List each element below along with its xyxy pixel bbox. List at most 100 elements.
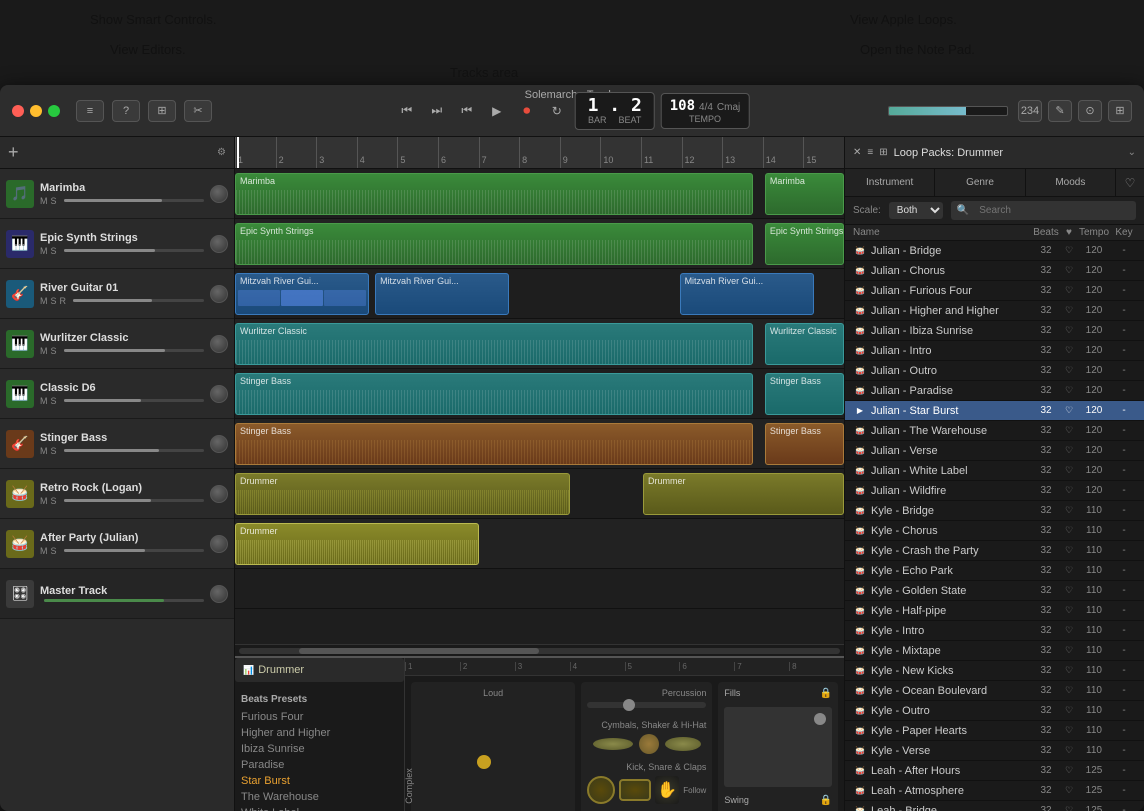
loop-item-julian-paradise[interactable]: 🥁 Julian - Paradise 32 ♡ 120 - xyxy=(845,381,1144,401)
clip-epic-synth-end[interactable]: Epic Synth Strings xyxy=(765,223,844,265)
loop-item-kyle-new-kicks[interactable]: 🥁 Kyle - New Kicks 32 ♡ 110 - xyxy=(845,661,1144,681)
volume-slider-after-party[interactable] xyxy=(64,549,204,552)
preset-furious-four[interactable]: Furious Four xyxy=(241,709,398,725)
browser-button[interactable]: ⊞ xyxy=(1108,100,1132,122)
track-item-retro-rock[interactable]: 🥁 Retro Rock (Logan) M S xyxy=(0,469,234,519)
track-item-after-party[interactable]: 🥁 After Party (Julian) M S xyxy=(0,519,234,569)
tab-instrument[interactable]: Instrument xyxy=(845,169,935,196)
cycle-button[interactable]: ↻ xyxy=(545,101,569,121)
loop-item-kyle-crash[interactable]: 🥁 Kyle - Crash the Party 32 ♡ 110 - xyxy=(845,541,1144,561)
loop-item-leah-after-hours[interactable]: 🥁 Leah - After Hours 32 ♡ 125 - xyxy=(845,761,1144,781)
play-button[interactable]: ▶ xyxy=(485,101,509,121)
pan-knob-marimba[interactable] xyxy=(210,185,228,203)
mute-btn-epic-synth[interactable]: M xyxy=(40,246,48,256)
clip-wurlitzer[interactable]: Wurlitzer Classic xyxy=(235,323,753,365)
close-button[interactable] xyxy=(12,105,24,117)
loop-item-julian-star-burst[interactable]: ▶ Julian - Star Burst 32 ♡ 120 - xyxy=(845,401,1144,421)
loop-item-kyle-paper-hearts[interactable]: 🥁 Kyle - Paper Hearts 32 ♡ 110 - xyxy=(845,721,1144,741)
solo-btn-wurlitzer[interactable]: S xyxy=(51,346,57,356)
record-arm-river-guitar[interactable]: R xyxy=(60,296,67,306)
volume-slider-river-guitar[interactable] xyxy=(73,299,204,302)
timeline-scrollbar[interactable] xyxy=(235,644,844,656)
loop-item-julian-chorus[interactable]: 🥁 Julian - Chorus 32 ♡ 120 - xyxy=(845,261,1144,281)
track-item-classic-d6[interactable]: 🎹 Classic D6 M S xyxy=(0,369,234,419)
loop-item-julian-ibiza[interactable]: 🥁 Julian - Ibiza Sunrise 32 ♡ 120 - xyxy=(845,321,1144,341)
solo-btn-classic-d6[interactable]: S xyxy=(51,396,57,406)
clip-stinger-1-end[interactable]: Stinger Bass xyxy=(765,373,844,415)
loop-item-leah-atmosphere[interactable]: 🥁 Leah - Atmosphere 32 ♡ 125 - xyxy=(845,781,1144,801)
volume-slider-master[interactable] xyxy=(44,599,204,602)
editors-button[interactable]: ✂ xyxy=(184,100,212,122)
loop-grid-view[interactable]: ⊞ xyxy=(879,147,887,158)
clip-river-guitar-1[interactable]: Mitzvah River Gui... xyxy=(235,273,369,315)
record-button[interactable]: ⏺ xyxy=(515,101,539,121)
smart-controls-button[interactable]: ⊞ xyxy=(148,100,176,122)
clip-drummer-logan[interactable]: Drummer xyxy=(235,473,570,515)
loop-item-kyle-verse[interactable]: 🥁 Kyle - Verse 32 ♡ 110 - xyxy=(845,741,1144,761)
track-item-marimba[interactable]: 🎵 Marimba M S xyxy=(0,169,234,219)
clip-drummer-logan-end[interactable]: Drummer xyxy=(643,473,844,515)
help-button[interactable]: ? xyxy=(112,100,140,122)
add-track-button[interactable]: + xyxy=(8,142,19,163)
clip-stinger-2-end[interactable]: Stinger Bass xyxy=(765,423,844,465)
notepad-button[interactable]: ✎ xyxy=(1048,100,1072,122)
loop-pack-chevron[interactable]: ⌄ xyxy=(1128,147,1136,158)
loop-item-kyle-golden-state[interactable]: 🥁 Kyle - Golden State 32 ♡ 110 - xyxy=(845,581,1144,601)
volume-slider-epic-synth[interactable] xyxy=(64,249,204,252)
preset-warehouse[interactable]: The Warehouse xyxy=(241,789,398,805)
track-item-master[interactable]: 🎛 Master Track xyxy=(0,569,234,619)
track-item-epic-synth[interactable]: 🎹 Epic Synth Strings M S xyxy=(0,219,234,269)
loop-item-kyle-half-pipe[interactable]: 🥁 Kyle - Half-pipe 32 ♡ 110 - xyxy=(845,601,1144,621)
loop-item-julian-verse[interactable]: 🥁 Julian - Verse 32 ♡ 120 - xyxy=(845,441,1144,461)
mute-btn-wurlitzer[interactable]: M xyxy=(40,346,48,356)
solo-btn-epic-synth[interactable]: S xyxy=(51,246,57,256)
clip-epic-synth[interactable]: Epic Synth Strings xyxy=(235,223,753,265)
mute-btn-after-party[interactable]: M xyxy=(40,546,48,556)
loop-item-kyle-ocean-boulevard[interactable]: 🥁 Kyle - Ocean Boulevard 32 ♡ 110 - xyxy=(845,681,1144,701)
volume-slider-stinger-bass[interactable] xyxy=(64,449,204,452)
clip-drummer-julian[interactable]: Drummer xyxy=(235,523,479,565)
volume-slider-classic-d6[interactable] xyxy=(64,399,204,402)
pan-knob-retro-rock[interactable] xyxy=(210,485,228,503)
preset-higher[interactable]: Higher and Higher xyxy=(241,725,398,741)
solo-btn-marimba[interactable]: S xyxy=(51,196,57,206)
search-input[interactable] xyxy=(973,203,1130,218)
clip-stinger-1[interactable]: Stinger Bass xyxy=(235,373,753,415)
percussion-slider[interactable] xyxy=(587,702,706,708)
pan-knob-after-party[interactable] xyxy=(210,535,228,553)
fullscreen-button[interactable] xyxy=(48,105,60,117)
pan-knob-master[interactable] xyxy=(210,585,228,603)
volume-slider-wurlitzer[interactable] xyxy=(64,349,204,352)
tab-moods[interactable]: Moods xyxy=(1026,169,1116,196)
mute-btn-marimba[interactable]: M xyxy=(40,196,48,206)
loop-list-view[interactable]: ≡ xyxy=(867,147,873,158)
loop-item-julian-outro[interactable]: 🥁 Julian - Outro 32 ♡ 120 - xyxy=(845,361,1144,381)
heart-tab[interactable]: ♡ xyxy=(1116,169,1144,196)
fills-slider[interactable] xyxy=(724,707,832,787)
preset-paradise[interactable]: Paradise xyxy=(241,757,398,773)
rewind-button[interactable]: ⏮ xyxy=(395,101,419,121)
loop-item-kyle-outro[interactable]: 🥁 Kyle - Outro 32 ♡ 110 - xyxy=(845,701,1144,721)
pan-knob-epic-synth[interactable] xyxy=(210,235,228,253)
clip-stinger-2[interactable]: Stinger Bass xyxy=(235,423,753,465)
pan-knob-wurlitzer[interactable] xyxy=(210,335,228,353)
track-item-stinger-bass[interactable]: 🎸 Stinger Bass M S xyxy=(0,419,234,469)
close-loop-browser[interactable]: ✕ xyxy=(853,147,861,158)
mute-btn-stinger-bass[interactable]: M xyxy=(40,446,48,456)
mute-btn-classic-d6[interactable]: M xyxy=(40,396,48,406)
solo-btn-retro-rock[interactable]: S xyxy=(51,496,57,506)
minimize-button[interactable] xyxy=(30,105,42,117)
fills-knob[interactable] xyxy=(814,713,826,725)
pan-knob-stinger-bass[interactable] xyxy=(210,435,228,453)
loop-item-julian-white-label[interactable]: 🥁 Julian - White Label 32 ♡ 120 - xyxy=(845,461,1144,481)
clip-marimba-end[interactable]: Marimba xyxy=(765,173,844,215)
pan-knob-river-guitar[interactable] xyxy=(210,285,228,303)
go-to-start-button[interactable]: ⏮ xyxy=(455,101,479,121)
fast-forward-button[interactable]: ⏭ xyxy=(425,101,449,121)
mute-btn-retro-rock[interactable]: M xyxy=(40,496,48,506)
loop-item-julian-furious-four[interactable]: 🥁 Julian - Furious Four 32 ♡ 120 - xyxy=(845,281,1144,301)
clip-wurlitzer-end[interactable]: Wurlitzer Classic xyxy=(765,323,844,365)
scale-select[interactable]: Both Major Minor xyxy=(889,202,943,219)
loop-item-kyle-chorus[interactable]: 🥁 Kyle - Chorus 32 ♡ 110 - xyxy=(845,521,1144,541)
track-item-wurlitzer[interactable]: 🎹 Wurlitzer Classic M S xyxy=(0,319,234,369)
